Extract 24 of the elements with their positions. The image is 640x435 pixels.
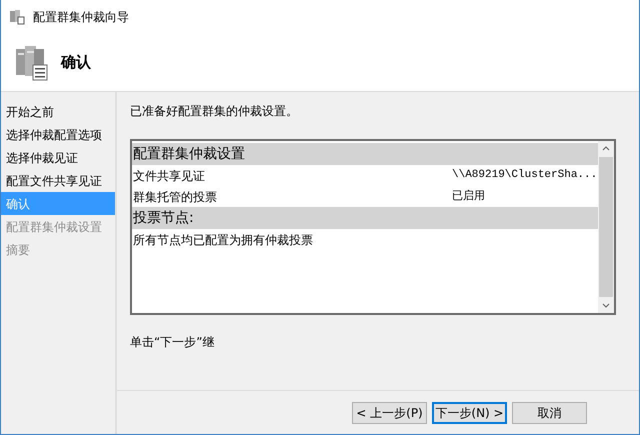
intro-text: 已准备好配置群集的仲裁设置。 xyxy=(130,103,299,120)
report-label: 文件共享见证 xyxy=(133,168,205,184)
wizard-step: 摘要 xyxy=(1,238,115,261)
window-title: 配置群集仲裁向导 xyxy=(33,9,129,26)
wizard-step: 开始之前 xyxy=(1,100,115,123)
report-value: 已启用 xyxy=(452,188,486,204)
app-icon xyxy=(9,9,25,25)
report-line: 所有节点均已配置为拥有仲裁投票 xyxy=(132,232,314,248)
scrollbar[interactable] xyxy=(598,141,614,313)
server-icon xyxy=(15,44,49,80)
wizard-step: 选择仲裁配置选项 xyxy=(1,123,115,146)
wizard-button[interactable]: 下一步(N) > xyxy=(432,402,507,424)
wizard-step: 配置文件共享见证 xyxy=(1,169,115,192)
hint-text: 单击“下一步”继 xyxy=(130,334,216,351)
report-label: 群集托管的投票 xyxy=(133,188,217,206)
report-heading: 投票节点: xyxy=(132,207,598,229)
wizard-step: 确认 xyxy=(1,192,115,215)
wizard-step: 配置群集仲裁设置 xyxy=(1,215,115,238)
wizard-step: 选择仲裁见证 xyxy=(1,146,115,169)
report-value: \\A89219\ClusterSha... xyxy=(452,168,592,184)
wizard-button[interactable]: 取消 xyxy=(512,402,587,424)
page-title: 确认 xyxy=(61,52,91,74)
report-heading: 配置群集仲裁设置 xyxy=(132,143,598,165)
wizard-button[interactable]: < 上一步(P) xyxy=(352,402,427,424)
